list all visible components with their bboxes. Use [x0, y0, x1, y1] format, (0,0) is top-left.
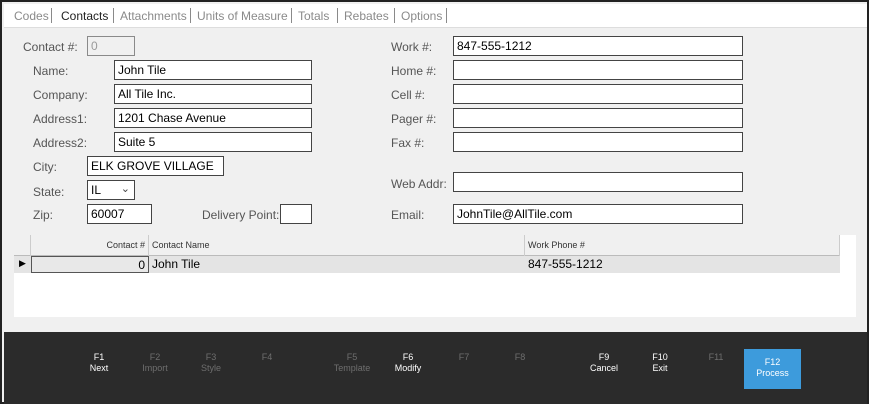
- f2-import-button[interactable]: F2 Import: [125, 352, 185, 374]
- function-key-bar: F1 Next F2 Import F3 Style F4 F5 Template F6…: [4, 332, 867, 404]
- tab-divider: [446, 8, 447, 23]
- company-field[interactable]: All Tile Inc.: [114, 84, 312, 104]
- chevron-down-icon: ⌄: [120, 183, 130, 195]
- zip-label: Zip:: [33, 208, 54, 222]
- address2-field[interactable]: Suite 5: [114, 132, 312, 152]
- work-phone-label: Work #:: [391, 40, 433, 54]
- name-field[interactable]: John Tile: [114, 60, 312, 80]
- email-label: Email:: [391, 208, 425, 222]
- row-indicator-icon: ▶: [19, 258, 26, 268]
- address2-label: Address2:: [33, 136, 88, 150]
- f6-modify-button[interactable]: F6 Modify: [378, 352, 438, 374]
- f12-process-button[interactable]: F12 Process: [744, 349, 801, 389]
- fax-label: Fax #:: [391, 136, 425, 150]
- delivery-point-field[interactable]: [280, 204, 312, 224]
- column-header-contact-number[interactable]: Contact #: [31, 235, 149, 256]
- cell-phone-field[interactable]: [453, 84, 743, 104]
- tab-divider: [291, 8, 292, 23]
- tab-divider: [394, 8, 395, 23]
- f1-next-button[interactable]: F1 Next: [69, 352, 129, 374]
- state-select[interactable]: IL ⌄: [87, 180, 135, 200]
- column-header-contact-name[interactable]: Contact Name: [149, 235, 525, 256]
- work-phone-field[interactable]: 847-555-1212: [453, 36, 743, 56]
- contact-number-field: 0: [87, 36, 135, 56]
- delivery-point-label: Delivery Point:: [202, 208, 280, 222]
- tab-contacts[interactable]: Contacts: [61, 9, 108, 23]
- cell-work-phone[interactable]: 847-555-1212: [525, 256, 840, 273]
- email-field[interactable]: JohnTile@AllTile.com: [453, 204, 743, 224]
- tab-codes[interactable]: Codes: [14, 9, 49, 23]
- column-header-work-phone[interactable]: Work Phone #: [525, 235, 840, 256]
- window-frame: Codes Contacts Attachments Units of Meas…: [0, 0, 869, 404]
- name-label: Name:: [33, 64, 69, 78]
- address1-field[interactable]: 1201 Chase Avenue: [114, 108, 312, 128]
- f4-button[interactable]: F4: [237, 352, 297, 363]
- city-label: City:: [33, 160, 57, 174]
- tab-units-of-measure[interactable]: Units of Measure: [197, 9, 288, 23]
- tab-divider: [51, 8, 52, 23]
- home-phone-label: Home #:: [391, 64, 437, 78]
- grid-header: Contact # Contact Name Work Phone #: [14, 235, 840, 256]
- address1-label: Address1:: [33, 112, 88, 126]
- cell-contact-name[interactable]: John Tile: [149, 256, 525, 273]
- pager-field[interactable]: [453, 108, 743, 128]
- city-field[interactable]: ELK GROVE VILLAGE: [87, 156, 224, 176]
- company-label: Company:: [33, 88, 88, 102]
- tab-divider: [113, 8, 114, 23]
- cell-phone-label: Cell #:: [391, 88, 426, 102]
- tab-options[interactable]: Options: [401, 9, 442, 23]
- home-phone-field[interactable]: [453, 60, 743, 80]
- f7-button[interactable]: F7: [434, 352, 494, 363]
- tab-divider: [190, 8, 191, 23]
- tab-divider: [337, 8, 338, 23]
- f3-style-button[interactable]: F3 Style: [181, 352, 241, 374]
- f5-template-button[interactable]: F5 Template: [322, 352, 382, 374]
- contacts-grid: Contact # Contact Name Work Phone # ▶ 0 …: [14, 235, 856, 317]
- grid-row-header-cell: [14, 235, 31, 256]
- tab-attachments[interactable]: Attachments: [120, 9, 187, 23]
- web-address-label: Web Addr:: [391, 177, 447, 191]
- tab-rebates[interactable]: Rebates: [344, 9, 389, 23]
- contact-number-label: Contact #:: [23, 40, 78, 54]
- state-label: State:: [33, 185, 65, 199]
- cell-contact-number[interactable]: 0: [31, 256, 149, 273]
- f8-button[interactable]: F8: [490, 352, 550, 363]
- f10-exit-button[interactable]: F10 Exit: [630, 352, 690, 374]
- f11-button[interactable]: F11: [686, 352, 746, 363]
- zip-field[interactable]: 60007: [87, 204, 152, 224]
- web-address-field[interactable]: [453, 172, 743, 192]
- table-row[interactable]: ▶ 0 John Tile 847-555-1212: [14, 256, 840, 273]
- tab-bar: Codes Contacts Attachments Units of Meas…: [4, 4, 867, 28]
- fax-field[interactable]: [453, 132, 743, 152]
- f9-cancel-button[interactable]: F9 Cancel: [574, 352, 634, 374]
- pager-label: Pager #:: [391, 112, 437, 126]
- state-value: IL: [91, 183, 102, 197]
- tab-totals[interactable]: Totals: [298, 9, 329, 23]
